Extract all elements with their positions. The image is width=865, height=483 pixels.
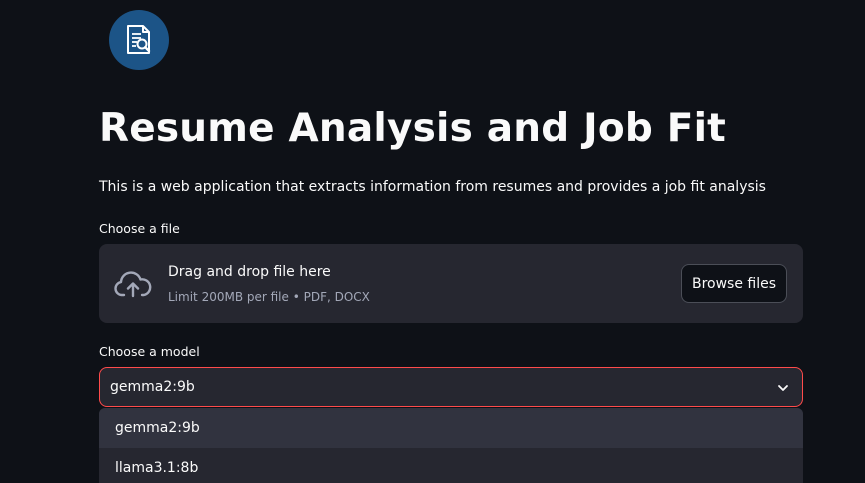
- model-select[interactable]: [99, 367, 803, 407]
- chevron-down-icon[interactable]: [776, 381, 790, 395]
- cloud-upload-icon: [114, 271, 152, 298]
- model-options-list: gemma2:9b llama3.1:8b: [99, 408, 803, 483]
- resume-search-icon: [127, 25, 151, 54]
- model-select-label: Choose a model: [99, 344, 200, 359]
- page-title: Resume Analysis and Job Fit: [99, 106, 726, 151]
- model-option[interactable]: gemma2:9b: [99, 408, 803, 448]
- browse-files-button[interactable]: Browse files: [681, 264, 787, 303]
- logo: [109, 10, 169, 70]
- model-option[interactable]: llama3.1:8b: [99, 448, 803, 483]
- model-select-input[interactable]: [110, 368, 750, 406]
- file-dropzone[interactable]: Drag and drop file here Limit 200MB per …: [99, 244, 803, 323]
- page-description: This is a web application that extracts …: [99, 179, 766, 195]
- file-uploader-label: Choose a file: [99, 221, 180, 236]
- app-page: Resume Analysis and Job Fit This is a we…: [0, 0, 865, 483]
- dropzone-limit-text: Limit 200MB per file • PDF, DOCX: [168, 290, 370, 304]
- dropzone-title: Drag and drop file here: [168, 264, 331, 280]
